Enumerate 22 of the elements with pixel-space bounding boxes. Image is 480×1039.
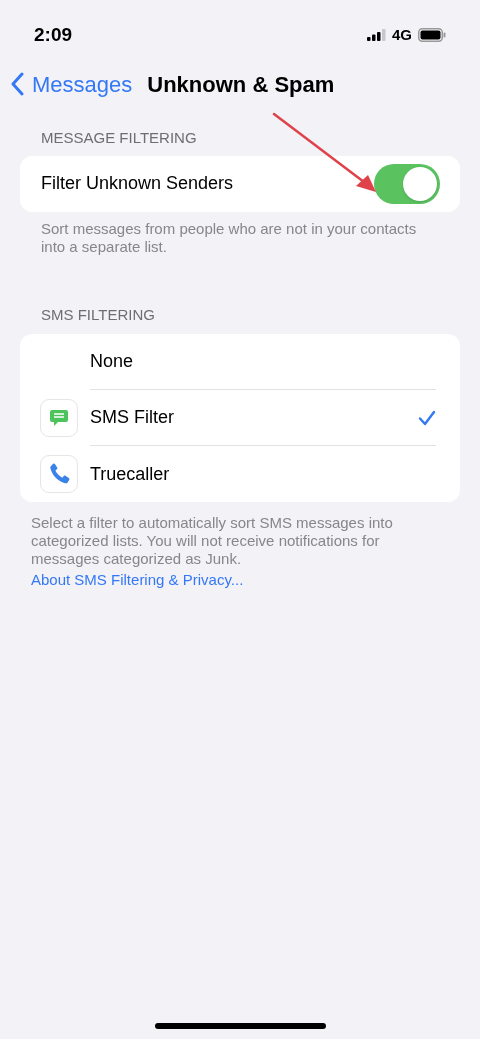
page-title: Unknown & Spam (147, 70, 335, 99)
section-footer: Sort messages from people who are not in your contacts into a separate list. (41, 219, 439, 256)
battery-icon (418, 28, 446, 42)
section-header: MESSAGE FILTERING (41, 128, 198, 148)
section-header: SMS FILTERING (41, 304, 156, 325)
option-label: None (90, 350, 134, 373)
filter-option[interactable]: Truecaller (20, 446, 460, 502)
option-label: Truecaller (90, 462, 170, 486)
section-footer: Select a filter to automatically sort SMS messages into categorized lists. You will not receive notifications for messages categorized as Junk. (31, 514, 449, 568)
network-label: 4G (392, 24, 412, 45)
option-label: SMS Filter (90, 406, 174, 429)
filter-option[interactable]: None (20, 334, 460, 390)
privacy-link[interactable]: About SMS Filtering & Privacy... (31, 569, 244, 592)
message-app-icon (40, 399, 78, 437)
phone-app-icon (40, 455, 78, 493)
back-button[interactable]: Messages (10, 67, 133, 101)
toggle-switch[interactable] (374, 163, 440, 204)
signal-icon (367, 29, 386, 41)
filter-option[interactable]: SMS Filter (20, 390, 460, 446)
status-time: 2:09 (34, 22, 73, 47)
back-chevron-icon (10, 72, 24, 96)
toggle-label: Filter Unknown Senders (41, 172, 234, 195)
